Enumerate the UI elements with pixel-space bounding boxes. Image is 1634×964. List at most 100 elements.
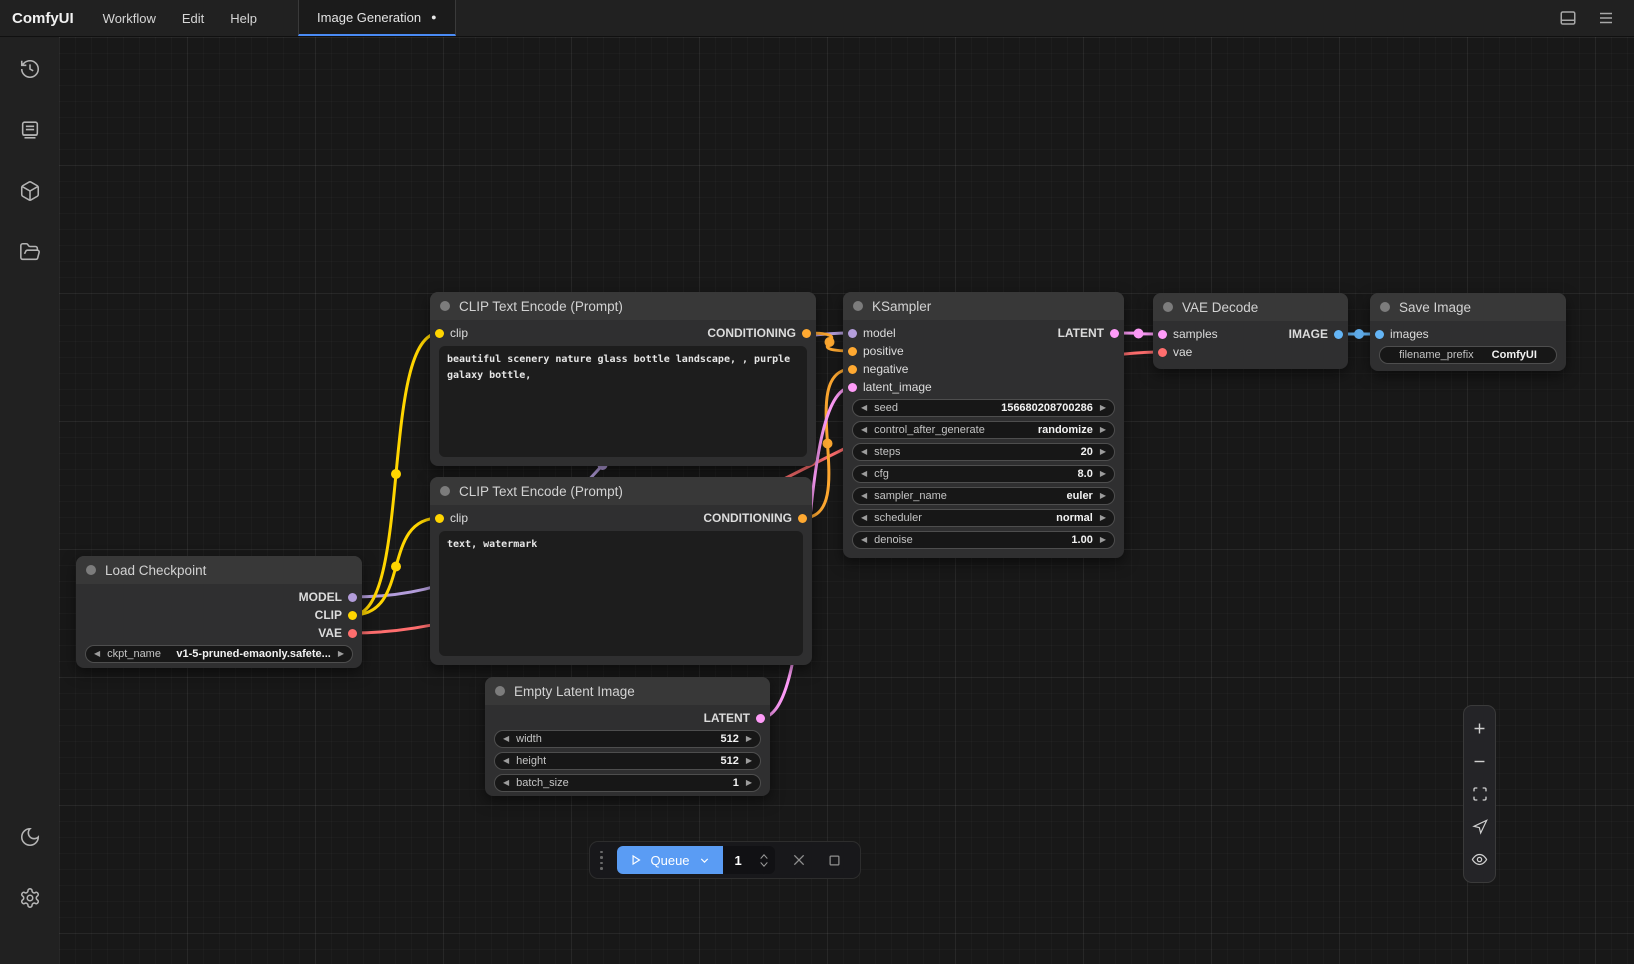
widget-left-arrow-icon[interactable]: ◀ <box>861 470 867 478</box>
input-slot-clip-icon[interactable] <box>435 329 444 338</box>
graph-canvas[interactable]: Load CheckpointMODEL CLIP VAE ◀ckpt_name… <box>59 37 1634 964</box>
clear-queue-icon[interactable] <box>787 848 811 872</box>
unsaved-indicator-icon[interactable]: ● <box>431 13 436 22</box>
link-clip[interactable] <box>353 518 440 615</box>
theme-toggle-icon[interactable] <box>10 817 50 857</box>
node-header[interactable]: CLIP Text Encode (Prompt) <box>430 292 816 320</box>
output-slot-CLIP-icon[interactable] <box>348 611 357 620</box>
drag-handle-icon[interactable] <box>598 851 605 870</box>
widget-right-arrow-icon[interactable]: ▶ <box>1100 404 1106 412</box>
link-midpoint-dot[interactable] <box>1354 329 1364 339</box>
batch-count-stepper[interactable]: 1 <box>723 846 775 874</box>
node-header[interactable]: KSampler <box>843 292 1124 320</box>
widget-right-arrow-icon[interactable]: ▶ <box>746 779 752 787</box>
collapse-dot-icon[interactable] <box>440 301 450 311</box>
widget-seed[interactable]: ◀seed 156680208700286▶ <box>852 399 1115 417</box>
menu-edit[interactable]: Edit <box>169 0 217 36</box>
widget-left-arrow-icon[interactable]: ◀ <box>503 735 509 743</box>
widget-right-arrow-icon[interactable]: ▶ <box>1100 426 1106 434</box>
model-library-icon[interactable] <box>10 171 50 211</box>
tab-image-generation[interactable]: Image Generation ● <box>298 0 456 36</box>
widget-ckpt_name[interactable]: ◀ckpt_name v1-5-pruned-emaonly.safete...… <box>85 645 353 663</box>
collapse-dot-icon[interactable] <box>853 301 863 311</box>
zoom-in-icon[interactable] <box>1466 714 1494 742</box>
node-save-image[interactable]: Save Image imagesfilename_prefix ComfyUI <box>1370 293 1566 371</box>
collapse-dot-icon[interactable] <box>495 686 505 696</box>
node-header[interactable]: Load Checkpoint <box>76 556 362 584</box>
bottom-panel-icon[interactable] <box>1554 4 1582 32</box>
output-slot-IMAGE-icon[interactable] <box>1334 330 1343 339</box>
widget-cfg[interactable]: ◀cfg 8.0▶ <box>852 465 1115 483</box>
node-header[interactable]: CLIP Text Encode (Prompt) <box>430 477 812 505</box>
output-slot-LATENT-icon[interactable] <box>756 714 765 723</box>
link-midpoint-dot[interactable] <box>391 469 401 479</box>
node-ksampler[interactable]: KSampler modelLATENT positive negative l… <box>843 292 1124 558</box>
node-header[interactable]: VAE Decode <box>1153 293 1348 321</box>
workflows-folder-icon[interactable] <box>10 232 50 272</box>
collapse-dot-icon[interactable] <box>1163 302 1173 312</box>
input-slot-negative-icon[interactable] <box>848 365 857 374</box>
collapse-dot-icon[interactable] <box>1380 302 1390 312</box>
link-midpoint-dot[interactable] <box>823 439 833 449</box>
node-header[interactable]: Save Image <box>1370 293 1566 321</box>
link-midpoint-dot[interactable] <box>825 337 835 347</box>
widget-left-arrow-icon[interactable]: ◀ <box>861 404 867 412</box>
collapse-dot-icon[interactable] <box>86 565 96 575</box>
fit-view-icon[interactable] <box>1466 780 1494 808</box>
widget-right-arrow-icon[interactable]: ▶ <box>1100 492 1106 500</box>
zoom-out-icon[interactable] <box>1466 747 1494 775</box>
widget-denoise[interactable]: ◀denoise 1.00▶ <box>852 531 1115 549</box>
widget-sampler_name[interactable]: ◀sampler_name euler▶ <box>852 487 1115 505</box>
widget-right-arrow-icon[interactable]: ▶ <box>746 735 752 743</box>
widget-right-arrow-icon[interactable]: ▶ <box>1100 470 1106 478</box>
widget-right-arrow-icon[interactable]: ▶ <box>1100 514 1106 522</box>
menu-help[interactable]: Help <box>217 0 270 36</box>
hamburger-menu-icon[interactable] <box>1592 4 1620 32</box>
widget-left-arrow-icon[interactable]: ◀ <box>94 650 100 658</box>
pointer-icon[interactable] <box>1466 813 1494 841</box>
widget-left-arrow-icon[interactable]: ◀ <box>861 492 867 500</box>
widget-batch_size[interactable]: ◀batch_size 1▶ <box>494 774 761 792</box>
widget-left-arrow-icon[interactable]: ◀ <box>861 448 867 456</box>
widget-left-arrow-icon[interactable]: ◀ <box>503 757 509 765</box>
input-slot-vae-icon[interactable] <box>1158 348 1167 357</box>
widget-right-arrow-icon[interactable]: ▶ <box>746 757 752 765</box>
output-slot-CONDITIONING-icon[interactable] <box>798 514 807 523</box>
prompt-textarea[interactable]: beautiful scenery nature glass bottle la… <box>439 346 807 457</box>
increment-icon[interactable] <box>759 853 769 860</box>
widget-left-arrow-icon[interactable]: ◀ <box>861 426 867 434</box>
widget-left-arrow-icon[interactable]: ◀ <box>503 779 509 787</box>
node-clip-negative[interactable]: CLIP Text Encode (Prompt) clipCONDITIONI… <box>430 477 812 665</box>
workflow-history-icon[interactable] <box>10 49 50 89</box>
input-slot-clip-icon[interactable] <box>435 514 444 523</box>
link-midpoint-dot[interactable] <box>391 562 401 572</box>
widget-right-arrow-icon[interactable]: ▶ <box>338 650 344 658</box>
link-midpoint-dot[interactable] <box>1134 329 1144 339</box>
node-load-checkpoint[interactable]: Load CheckpointMODEL CLIP VAE ◀ckpt_name… <box>76 556 362 668</box>
widget-filename_prefix[interactable]: filename_prefix ComfyUI <box>1379 346 1557 364</box>
widget-right-arrow-icon[interactable]: ▶ <box>1100 448 1106 456</box>
node-templates-icon[interactable] <box>10 110 50 150</box>
decrement-icon[interactable] <box>759 861 769 868</box>
input-slot-latent_image-icon[interactable] <box>848 383 857 392</box>
widget-right-arrow-icon[interactable]: ▶ <box>1100 536 1106 544</box>
node-header[interactable]: Empty Latent Image <box>485 677 770 705</box>
output-slot-LATENT-icon[interactable] <box>1110 329 1119 338</box>
input-slot-samples-icon[interactable] <box>1158 330 1167 339</box>
widget-left-arrow-icon[interactable]: ◀ <box>861 514 867 522</box>
prompt-textarea[interactable]: text, watermark <box>439 531 803 656</box>
node-clip-positive[interactable]: CLIP Text Encode (Prompt) clipCONDITIONI… <box>430 292 816 466</box>
node-empty-latent[interactable]: Empty Latent ImageLATENT ◀width 512▶◀hei… <box>485 677 770 796</box>
stop-icon[interactable] <box>823 848 847 872</box>
output-slot-VAE-icon[interactable] <box>348 629 357 638</box>
input-slot-positive-icon[interactable] <box>848 347 857 356</box>
menu-workflow[interactable]: Workflow <box>90 0 169 36</box>
node-vae-decode[interactable]: VAE Decode samplesIMAGE vae <box>1153 293 1348 369</box>
collapse-dot-icon[interactable] <box>440 486 450 496</box>
widget-height[interactable]: ◀height 512▶ <box>494 752 761 770</box>
link-clip[interactable] <box>353 333 440 615</box>
settings-icon[interactable] <box>10 878 50 918</box>
output-slot-MODEL-icon[interactable] <box>348 593 357 602</box>
input-slot-images-icon[interactable] <box>1375 330 1384 339</box>
input-slot-model-icon[interactable] <box>848 329 857 338</box>
